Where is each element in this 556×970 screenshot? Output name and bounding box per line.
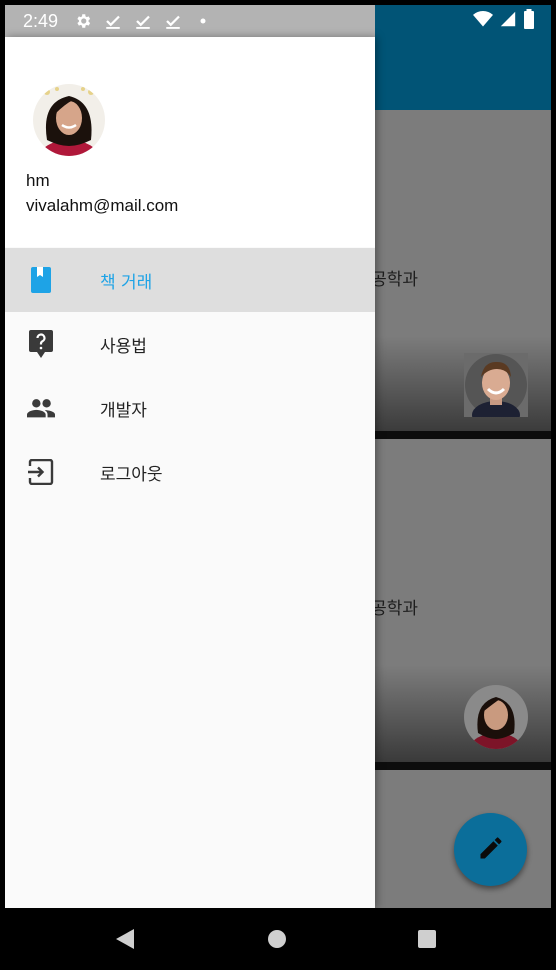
- back-icon[interactable]: [110, 924, 140, 954]
- battery-icon: [523, 9, 535, 33]
- navigation-drawer: hm vivalahm@mail.com 책 거래 사용법 개발자 로그아웃: [5, 37, 375, 908]
- status-time: 2:49: [23, 10, 59, 31]
- drawer-header: hm vivalahm@mail.com: [5, 37, 375, 247]
- system-navigation-bar: [0, 908, 556, 970]
- card-avatar-male: [464, 353, 528, 417]
- logout-icon: [27, 458, 55, 486]
- profile-avatar[interactable]: [33, 84, 105, 156]
- menu-item-book-trade[interactable]: 책 거래: [5, 248, 375, 312]
- status-bar-right: [473, 5, 535, 37]
- menu-item-label: 로그아웃: [100, 464, 163, 485]
- profile-name: hm: [26, 171, 50, 190]
- menu-item-label: 책 거래: [100, 272, 153, 293]
- home-icon[interactable]: [262, 924, 292, 954]
- drawer-menu: 책 거래 사용법 개발자 로그아웃: [5, 248, 375, 504]
- device-screen: -공학과 -공학과 2:49 hm vivalahm@mail.com 책 거래…: [5, 5, 551, 908]
- menu-item-label: 사용법: [100, 336, 147, 357]
- menu-item-developers[interactable]: 개발자: [5, 376, 375, 440]
- recents-icon[interactable]: [412, 924, 442, 954]
- help-icon: [27, 330, 55, 358]
- menu-item-how-to-use[interactable]: 사용법: [5, 312, 375, 376]
- signal-icon: [499, 10, 517, 32]
- book-icon: [27, 266, 55, 294]
- menu-item-logout[interactable]: 로그아웃: [5, 440, 375, 504]
- wifi-icon: [473, 10, 493, 32]
- card-avatar-female: [464, 685, 528, 749]
- check-download-icon: [102, 10, 124, 32]
- menu-item-label: 개발자: [100, 400, 147, 421]
- gear-icon: [72, 10, 94, 32]
- compose-fab[interactable]: [454, 813, 527, 886]
- status-bar: 2:49: [5, 5, 551, 37]
- dot-icon: [192, 10, 214, 32]
- people-icon: [27, 394, 55, 422]
- edit-icon: [477, 834, 505, 866]
- check-download-icon: [132, 10, 154, 32]
- check-download-icon: [162, 10, 184, 32]
- profile-email: vivalahm@mail.com: [26, 196, 179, 215]
- status-bar-left: 2:49: [5, 5, 375, 37]
